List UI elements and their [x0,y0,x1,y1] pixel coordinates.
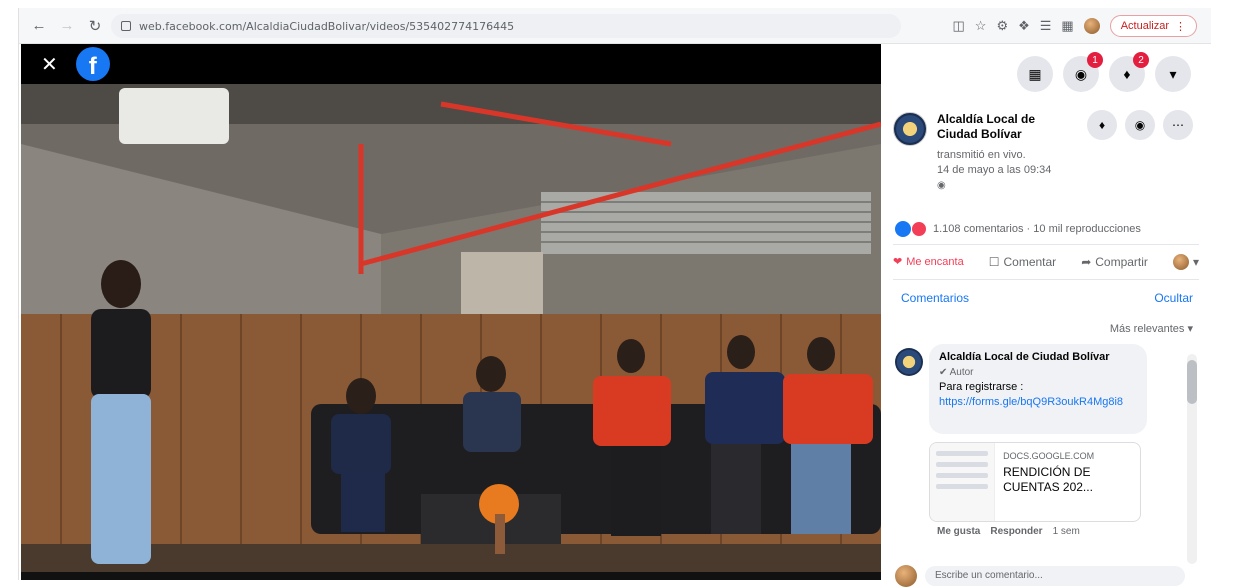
comment-actions: Me gusta Responder 1 sem [937,526,1080,537]
hide-comments-link[interactable]: Ocultar [1154,291,1193,305]
preview-domain: DOCS.GOOGLE.COM [1003,451,1095,461]
comment-time[interactable]: 1 sem [1053,526,1080,537]
browser-window: ← → ↻ web.facebook.com/AlcaldiaCiudadBol… [18,8,1211,587]
sort-dropdown[interactable]: Más relevantes ▾ [881,316,1211,342]
more-options-icon[interactable]: ⋯ [1163,110,1193,140]
page-name[interactable]: Alcaldía Local de Ciudad Bolívar [937,112,1067,142]
post-meta: transmitió en vivo. 14 de mayo a las 09:… [937,148,1051,178]
video-top-bar: ✕ f [21,44,881,84]
link-preview-card[interactable]: DOCS.GOOGLE.COM RENDICIÓN DE CUENTAS 202… [929,442,1141,522]
update-label: Actualizar [1120,20,1169,32]
love-reaction-icon [911,221,927,237]
url-text: web.facebook.com/AlcaldiaCiudadBolivar/v… [139,19,515,33]
update-button[interactable]: Actualizar ⋮ [1109,15,1197,37]
address-bar[interactable]: web.facebook.com/AlcaldiaCiudadBolivar/v… [111,14,901,38]
comment-avatar[interactable] [895,348,923,376]
notifications-badge: 2 [1133,52,1149,68]
post-header: Alcaldía Local de Ciudad Bolívar transmi… [881,104,1211,214]
stats-text[interactable]: 1.108 comentarios · 10 mil reproduccione… [933,223,1141,235]
preview-text: DOCS.GOOGLE.COM RENDICIÓN DE CUENTAS 202… [995,443,1140,521]
post-meta-date[interactable]: 14 de mayo a las 09:34 [937,163,1051,178]
preview-title: RENDICIÓN DE CUENTAS 202... [1003,465,1093,494]
comment-like-link[interactable]: Me gusta [937,526,980,537]
write-comment-input[interactable]: Escribe un comentario... [925,566,1185,586]
post-meta-live: transmitió en vivo. [937,149,1026,161]
comment-reply-link[interactable]: Responder [990,526,1042,537]
sidepanel-icon[interactable]: ▦ [1061,18,1073,34]
browser-actions: ◫ ☆ ⚙ ❖ ☰ ▦ Actualizar ⋮ [952,14,1197,38]
write-comment-row: Escribe un comentario... [895,564,1185,587]
puzzle-icon[interactable]: ❖ [1018,18,1030,34]
close-icon[interactable]: ✕ [41,52,58,77]
love-button[interactable]: ❤ Me encanta [893,255,964,268]
reaction-avatar-button[interactable]: ▾ [1172,254,1199,270]
comment-link[interactable]: https://forms.gle/bqQ9R3oukR4Mg8i8 [939,396,1123,408]
share-button[interactable]: ➦ Compartir [1081,255,1148,269]
scroll-thumb[interactable] [1187,360,1197,404]
reload-icon[interactable]: ↻ [83,14,107,38]
love-label: Me encanta [906,255,964,268]
share-label: Compartir [1095,255,1148,269]
bookmark-star-icon[interactable]: ☆ [975,18,987,34]
camera-icon[interactable]: ◉ [1125,110,1155,140]
page-avatar[interactable] [893,112,927,146]
comment-bubble: Alcaldía Local de Ciudad Bolívar ✔ Autor… [929,344,1147,434]
comment-author[interactable]: Alcaldía Local de Ciudad Bolívar [939,350,1137,365]
comment-item: Alcaldía Local de Ciudad Bolívar ✔ Autor… [881,342,1211,542]
more-vert-icon: ⋮ [1175,20,1186,33]
messenger-badge: 1 [1087,52,1103,68]
browser-toolbar: ← → ↻ web.facebook.com/AlcaldiaCiudadBol… [19,8,1211,44]
post-stats: 1.108 comentarios · 10 mil reproduccione… [881,214,1211,244]
current-user-avatar [895,565,917,587]
facebook-logo-icon[interactable]: f [75,47,110,81]
share-page-icon[interactable]: ◫ [952,18,964,34]
comment-text: Para registrarse : [939,381,1024,393]
forward-arrow-icon[interactable]: → [55,14,79,38]
like-reaction-icon [895,221,911,237]
comments-tabs: Comentarios Ocultar [881,280,1211,316]
bell-icon[interactable]: ♦ [1087,110,1117,140]
messenger-icon[interactable]: ◉ 1 [1063,52,1103,92]
preview-thumbnail [930,443,996,521]
lock-icon [121,21,131,31]
tab-comments[interactable]: Comentarios [901,291,969,305]
menu-grid-icon[interactable]: ▦ [1017,56,1053,92]
post-panel: ▦ ◉ 1 ♦ 2 ▾ Alcaldía Local de Ciudad Bol… [881,44,1211,587]
comment-label: Comentar [1003,255,1057,269]
video-frame [21,84,881,574]
post-actions: ❤ Me encanta ☐ Comentar ➦ Compartir ▾ [893,244,1199,280]
panel-top-bar: ▦ ◉ 1 ♦ 2 ▾ [881,44,1211,104]
video-player[interactable]: ✕ f [21,44,881,580]
user-avatar [1172,254,1189,270]
media-icon[interactable]: ☰ [1040,18,1052,34]
account-caret-icon[interactable]: ▾ [1155,56,1191,92]
extension-icon[interactable]: ⚙ [996,18,1008,34]
globe-icon: ◉ [937,180,946,191]
comments-scrollbar[interactable] [1187,354,1197,564]
comment-button[interactable]: ☐ Comentar [989,255,1056,269]
author-badge: ✔ Autor [939,367,974,378]
notifications-bell-icon[interactable]: ♦ 2 [1109,52,1149,92]
back-arrow-icon[interactable]: ← [27,14,51,38]
profile-avatar[interactable] [1083,18,1100,34]
post-header-actions: ♦ ◉ ⋯ [1087,110,1193,140]
video-progress-bar[interactable] [21,572,881,580]
